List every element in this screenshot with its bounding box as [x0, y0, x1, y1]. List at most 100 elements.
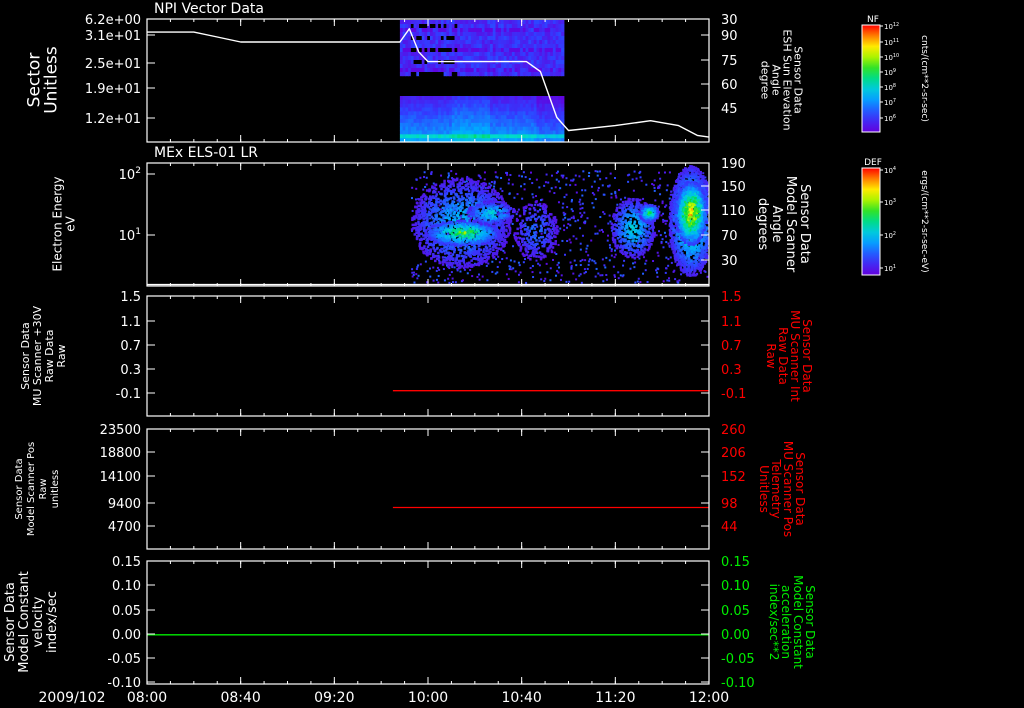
spec-pixel — [636, 248, 640, 252]
spec-pixel — [655, 269, 658, 272]
spec-pixel — [544, 181, 547, 184]
spec-pixel — [550, 232, 554, 235]
spec-pixel — [455, 233, 458, 236]
spec-pixel — [514, 270, 517, 273]
spec-pixel — [604, 266, 607, 269]
spec-pixel — [442, 268, 445, 271]
spec-pixel — [521, 239, 524, 243]
spec-cell — [561, 103, 565, 108]
spec-pixel — [633, 266, 636, 269]
spec-pixel — [437, 217, 441, 221]
spec-pixel — [411, 223, 415, 227]
spec-pixel — [527, 234, 531, 237]
spec-pixel — [549, 279, 552, 282]
spec-cell — [561, 126, 565, 131]
spec-pixel — [623, 259, 626, 262]
spec-pixel — [665, 189, 668, 192]
spec-pixel — [451, 281, 454, 284]
spec-pixel — [609, 172, 612, 175]
spec-pixel — [544, 208, 547, 212]
spec-pixel — [553, 251, 556, 254]
spec-pixel — [447, 265, 450, 268]
spec-pixel — [549, 267, 552, 270]
spec-pixel — [601, 258, 604, 261]
spec-pixel — [415, 226, 419, 229]
spec-pixel — [534, 234, 538, 237]
spec-pixel — [593, 260, 596, 263]
spec-pixel — [550, 224, 553, 227]
spec-pixel — [570, 267, 573, 270]
spec-pixel — [601, 184, 604, 187]
spec-pixel — [485, 264, 488, 267]
spec-pixel — [451, 277, 454, 280]
spec-pixel — [483, 240, 487, 243]
spec-pixel — [422, 224, 426, 227]
spec-pixel — [667, 277, 670, 280]
spec-pixel — [572, 217, 575, 220]
spec-pixel — [637, 277, 640, 280]
spec-pixel — [479, 176, 482, 179]
spec-pixel — [506, 214, 509, 218]
spec-pixel — [462, 243, 465, 247]
spec-pixel — [485, 216, 489, 219]
spec-pixel — [554, 221, 558, 224]
spec-pixel — [530, 215, 533, 219]
spec-pixel — [511, 183, 514, 186]
spec-pixel — [602, 193, 605, 196]
spec-pixel — [447, 176, 450, 179]
spec-pixel — [493, 227, 497, 231]
spec-pixel — [436, 246, 439, 250]
spec-pixel — [505, 273, 508, 276]
spec-pixel — [415, 216, 418, 219]
spec-pixel — [663, 231, 666, 234]
spec-pixel — [534, 217, 537, 221]
spec-pixel — [461, 177, 464, 181]
spec-pixel — [575, 264, 578, 267]
spec-pixel — [487, 204, 490, 208]
spec-pixel — [603, 264, 606, 267]
spec-pixel — [488, 186, 492, 189]
spec-pixel — [487, 236, 491, 239]
spec-pixel — [594, 262, 597, 265]
spec-pixel — [424, 185, 427, 188]
spec-pixel — [440, 192, 443, 196]
spec-pixel — [524, 233, 527, 237]
spec-pixel — [459, 266, 462, 269]
spec-pixel — [417, 232, 420, 235]
spec-pixel — [452, 243, 456, 246]
spec-pixel — [417, 210, 420, 213]
spec-pixel — [469, 230, 473, 233]
spec-pixel — [447, 197, 451, 201]
spec-pixel — [411, 209, 414, 212]
spec-pixel — [534, 243, 538, 247]
spec-pixel — [494, 222, 498, 225]
spec-pixel — [594, 275, 597, 278]
spec-pixel — [505, 208, 508, 212]
spec-pixel — [467, 214, 471, 218]
spec-pixel — [560, 174, 563, 177]
spec-pixel — [665, 241, 668, 244]
spec-pixel — [480, 198, 484, 201]
spec-pixel — [535, 259, 538, 262]
spec-pixel — [467, 250, 471, 254]
spec-pixel — [435, 200, 439, 204]
spec-pixel — [608, 184, 611, 187]
spec-pixel — [501, 245, 505, 248]
spec-pixel — [532, 206, 536, 210]
spec-pixel — [543, 280, 546, 283]
spec-pixel — [432, 246, 435, 250]
spec-pixel — [411, 271, 414, 274]
spec-pixel — [518, 264, 521, 267]
spec-pixel — [542, 214, 545, 218]
spec-pixel — [446, 189, 450, 193]
spec-pixel — [565, 183, 568, 186]
spec-pixel — [443, 238, 446, 242]
spec-pixel — [631, 178, 634, 181]
spec-pixel — [645, 259, 648, 262]
spec-pixel — [417, 264, 420, 267]
spec-pixel — [471, 275, 474, 278]
spec-pixel — [456, 261, 459, 265]
spec-pixel — [570, 216, 573, 219]
spec-pixel — [529, 238, 533, 241]
spec-pixel — [453, 266, 456, 269]
